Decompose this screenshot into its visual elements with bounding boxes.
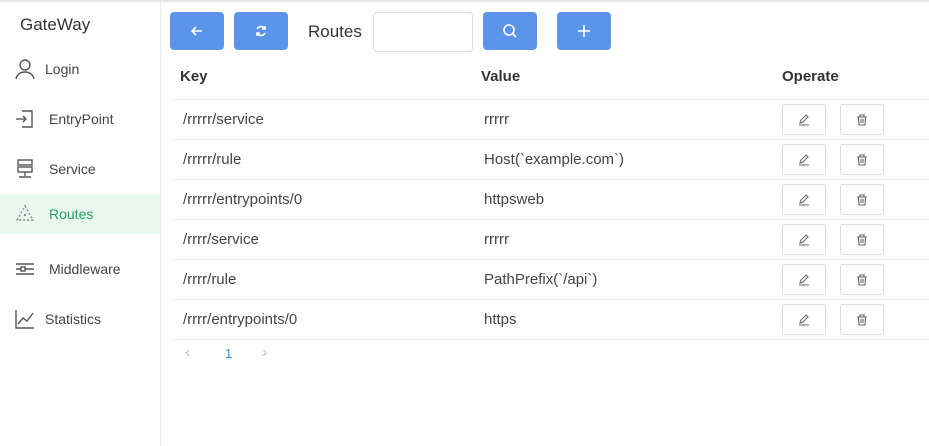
search-icon <box>503 24 517 38</box>
pagination-page[interactable]: 1 <box>225 346 232 361</box>
edit-icon <box>799 113 809 126</box>
trash-icon <box>857 273 867 286</box>
trash-icon <box>857 193 867 206</box>
delete-button[interactable] <box>840 144 884 175</box>
search-button[interactable] <box>483 12 537 50</box>
user-icon <box>14 58 36 80</box>
back-button[interactable] <box>170 12 224 50</box>
sidebar-item-service[interactable]: Service <box>0 149 160 189</box>
refresh-button[interactable] <box>234 12 288 50</box>
header-operate: Operate <box>782 68 839 85</box>
server-icon <box>14 158 36 180</box>
table-row: /rrrrr/entrypoints/0 httpsweb <box>172 180 929 220</box>
routes-table: Key Value Operate /rrrrr/service rrrrr /… <box>172 58 929 340</box>
sidebar: GateWay Login EntryPoint Service Routes … <box>0 2 161 446</box>
cell-value: PathPrefix(`/api`) <box>484 271 598 288</box>
edit-icon <box>799 273 809 286</box>
sidebar-item-middleware[interactable]: Middleware <box>0 249 160 289</box>
delete-button[interactable] <box>840 104 884 135</box>
delete-button[interactable] <box>840 184 884 215</box>
edit-icon <box>799 193 809 206</box>
edit-icon <box>799 233 809 246</box>
table-row: /rrrr/service rrrrr <box>172 220 929 260</box>
trash-icon <box>857 313 867 326</box>
add-button[interactable] <box>557 12 611 50</box>
table-header: Key Value Operate <box>172 58 929 100</box>
sidebar-item-label: EntryPoint <box>49 111 114 127</box>
sliders-icon <box>14 258 36 280</box>
cell-value: rrrrr <box>484 111 509 128</box>
table-row: /rrrrr/rule Host(`example.com`) <box>172 140 929 180</box>
table-row: /rrrr/rule PathPrefix(`/api`) <box>172 260 929 300</box>
cell-key: /rrrrr/entrypoints/0 <box>183 191 303 208</box>
sidebar-item-label: Statistics <box>45 311 102 327</box>
sidebar-item-login[interactable]: Login <box>0 49 160 89</box>
cell-value: httpsweb <box>484 191 545 208</box>
table-row: /rrrrr/service rrrrr <box>172 100 929 140</box>
cell-value: rrrrr <box>484 231 509 248</box>
sidebar-item-label: Routes <box>49 206 94 222</box>
cell-key: /rrrr/entrypoints/0 <box>183 311 298 328</box>
edit-button[interactable] <box>782 144 826 175</box>
refresh-icon <box>256 25 266 37</box>
cell-key: /rrrr/rule <box>183 271 237 288</box>
arrow-left-icon <box>190 26 202 36</box>
brand-title: GateWay <box>20 15 91 34</box>
pagination-next[interactable]: › <box>262 344 267 362</box>
trash-icon <box>857 233 867 246</box>
edit-button[interactable] <box>782 304 826 335</box>
cell-key: /rrrrr/service <box>183 111 264 128</box>
sidebar-item-entrypoint[interactable]: EntryPoint <box>0 99 160 139</box>
trash-icon <box>857 113 867 126</box>
edit-icon <box>799 313 809 326</box>
table-row: /rrrr/entrypoints/0 https <box>172 300 929 340</box>
delete-button[interactable] <box>840 224 884 255</box>
cell-value: https <box>484 311 517 328</box>
header-key: Key <box>180 68 208 85</box>
routes-label: Routes <box>308 22 362 41</box>
network-icon <box>14 203 36 225</box>
sidebar-item-label: Login <box>45 61 80 77</box>
edit-button[interactable] <box>782 224 826 255</box>
cell-key: /rrrrr/rule <box>183 151 242 168</box>
sidebar-item-label: Service <box>49 161 96 177</box>
sidebar-item-statistics[interactable]: Statistics <box>0 299 160 339</box>
sidebar-item-routes[interactable]: Routes <box>0 194 160 234</box>
search-input[interactable] <box>373 12 473 52</box>
edit-button[interactable] <box>782 184 826 215</box>
trash-icon <box>857 153 867 166</box>
header-value: Value <box>481 68 521 85</box>
cell-value: Host(`example.com`) <box>484 151 625 168</box>
line-chart-icon <box>14 308 36 330</box>
delete-button[interactable] <box>840 264 884 295</box>
delete-button[interactable] <box>840 304 884 335</box>
edit-icon <box>799 153 809 166</box>
login-door-icon <box>14 108 36 130</box>
cell-key: /rrrr/service <box>183 231 259 248</box>
edit-button[interactable] <box>782 264 826 295</box>
edit-button[interactable] <box>782 104 826 135</box>
sidebar-item-label: Middleware <box>49 261 121 277</box>
pagination-prev[interactable]: ‹ <box>185 344 190 362</box>
plus-icon <box>578 25 590 37</box>
